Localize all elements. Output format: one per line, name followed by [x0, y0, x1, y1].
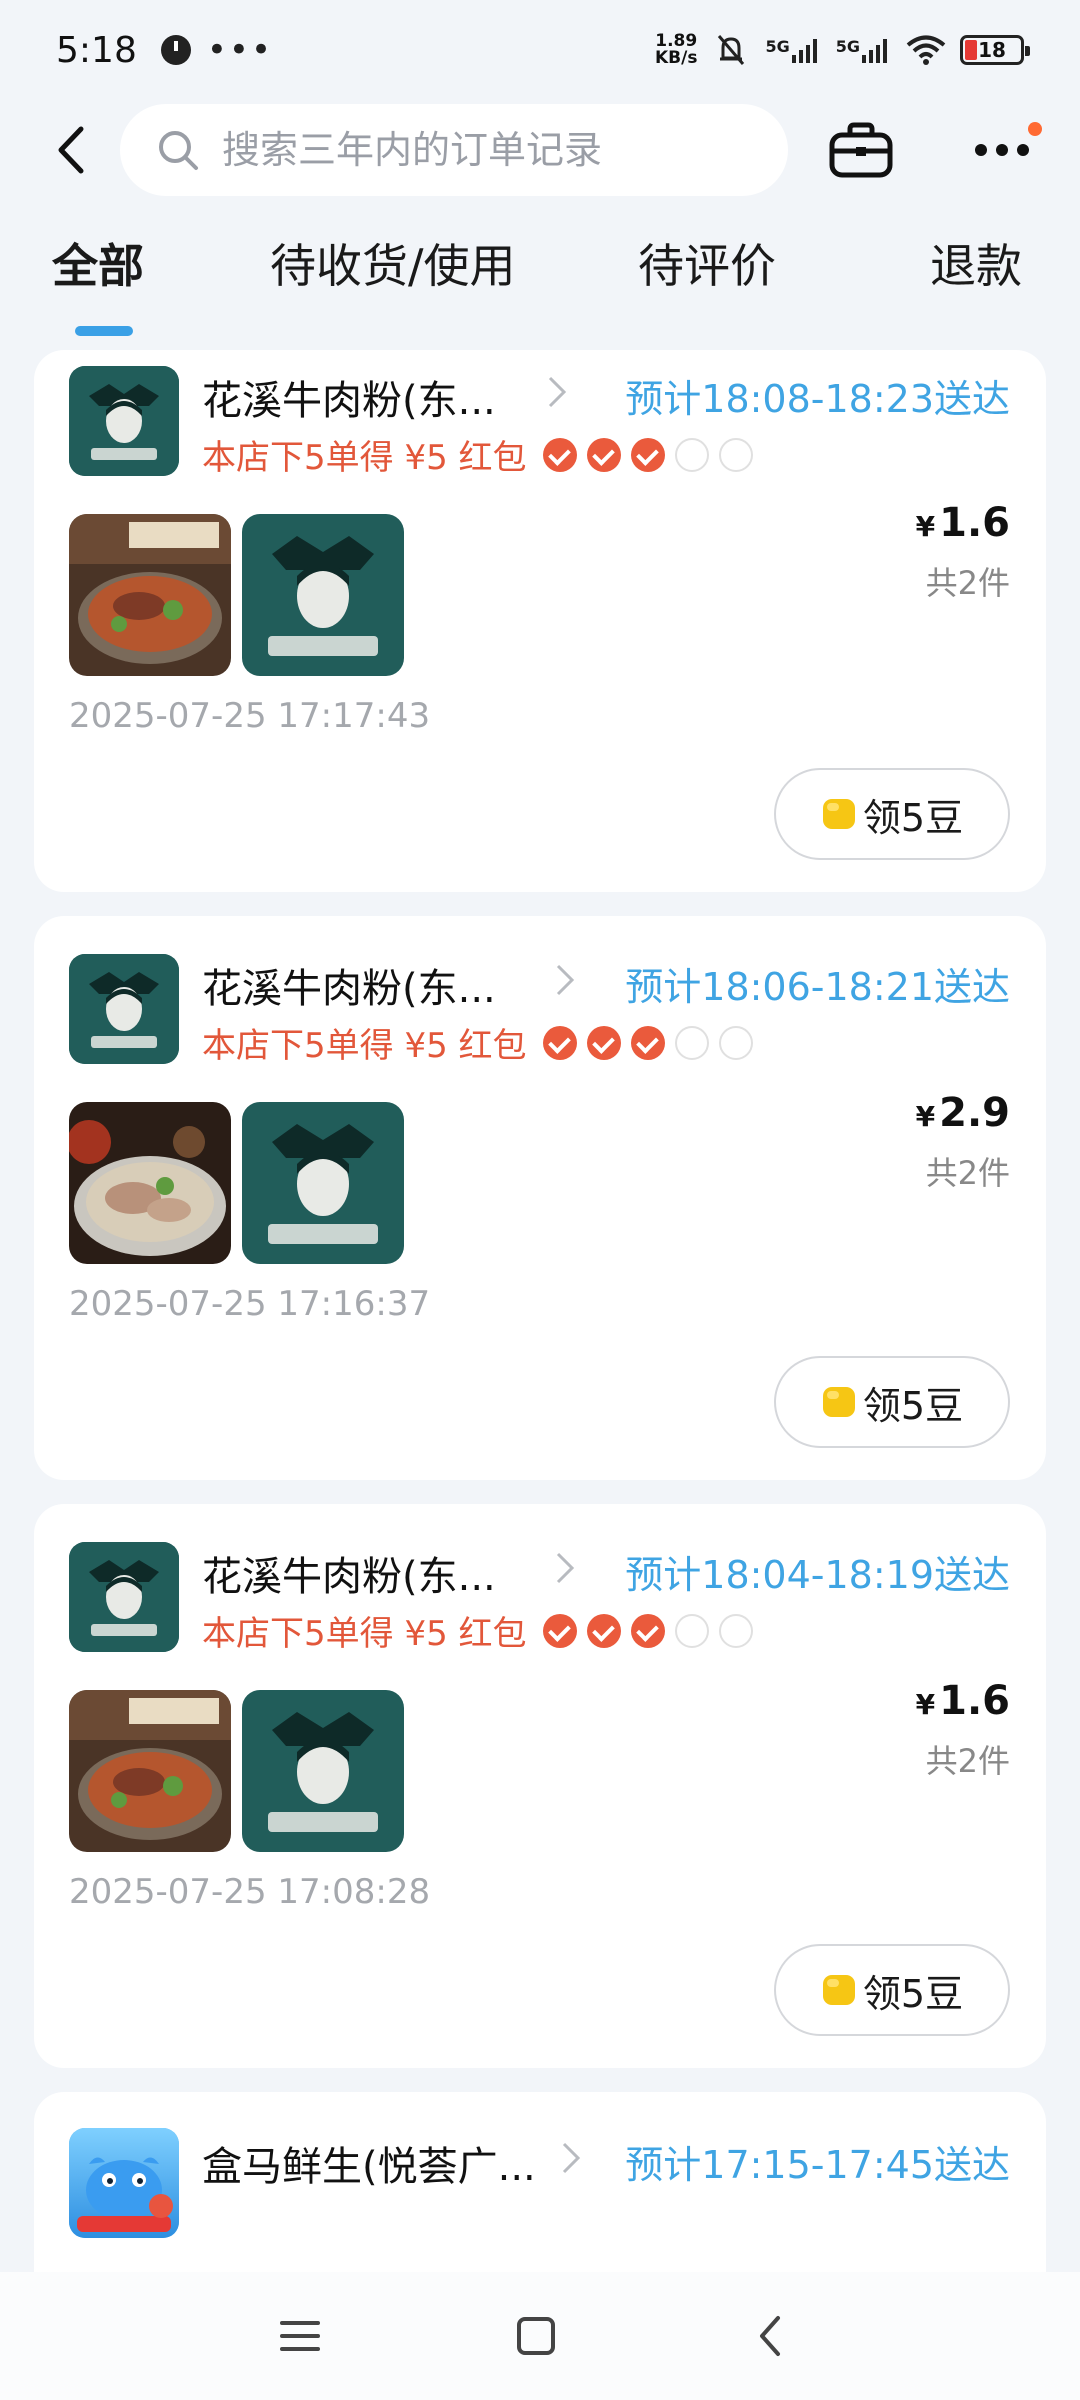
stamp-filled — [586, 437, 621, 472]
back-arrow-icon — [58, 126, 84, 174]
wifi-icon — [906, 35, 946, 65]
home-button[interactable] — [486, 2272, 586, 2400]
signal-icon-1: 5G — [765, 37, 821, 63]
stamp-filled — [630, 1613, 665, 1648]
bean-icon — [822, 799, 855, 829]
status-time: 5:18 — [56, 29, 137, 71]
search-icon — [159, 131, 198, 170]
stamp-progress — [542, 437, 753, 472]
delivery-eta: 预计18:04-18:19送达 — [625, 1553, 1010, 1597]
search-box[interactable] — [120, 104, 788, 196]
promo-text: 本店下5单得 ¥5 红包 — [202, 1026, 527, 1066]
item-count: 共2件 — [925, 1742, 1010, 1780]
promo-banner: 本店下5单得 ¥5 红包 — [202, 1606, 753, 1655]
shop-name[interactable]: 盒马鲜生(悦荟广... — [202, 2134, 536, 2192]
shop-logo[interactable] — [69, 954, 179, 1064]
stamp-filled — [630, 437, 665, 472]
item-image-logo[interactable] — [242, 514, 404, 676]
tab-pending-receipt[interactable]: 待收货/使用 — [270, 230, 516, 296]
stamp-empty — [718, 1613, 753, 1648]
stamp-filled — [630, 1025, 665, 1060]
menu-lines-icon — [280, 2321, 320, 2351]
stamp-progress — [542, 1613, 753, 1648]
chevron-right-icon — [556, 1552, 575, 1584]
claim-beans-button[interactable]: 领5豆 — [774, 768, 1010, 860]
chevron-right-icon — [562, 2142, 581, 2174]
promo-banner: 本店下5单得 ¥5 红包 — [202, 1018, 753, 1067]
order-price: ¥1.6 — [915, 1678, 1010, 1724]
stamp-empty — [718, 437, 753, 472]
more-dots-icon — [975, 144, 1029, 156]
stamp-empty — [674, 1613, 709, 1648]
stamp-empty — [674, 437, 709, 472]
toolbox-button[interactable] — [826, 115, 896, 185]
signal-icon-2: 5G — [836, 37, 892, 63]
tab-all[interactable]: 全部 — [52, 230, 144, 296]
claim-beans-button[interactable]: 领5豆 — [774, 1944, 1010, 2036]
item-image-noodle[interactable] — [69, 1690, 231, 1852]
mute-bell-icon — [718, 35, 745, 65]
delivery-eta: 预计17:15-17:45送达 — [625, 2143, 1010, 2187]
order-time: 2025-07-25 17:17:43 — [69, 696, 431, 736]
delivery-eta: 预计18:06-18:21送达 — [625, 965, 1010, 1009]
battery-icon: 18 — [960, 35, 1030, 65]
more-menu-button[interactable] — [972, 120, 1042, 180]
item-count: 共2件 — [925, 1154, 1010, 1192]
tab-refund[interactable]: 退款 — [930, 230, 1022, 296]
stamp-empty — [674, 1025, 709, 1060]
timer-icon — [160, 35, 191, 65]
shop-name[interactable]: 花溪牛肉粉(东... — [202, 368, 496, 426]
stamp-progress — [542, 1025, 753, 1060]
shop-logo[interactable] — [69, 1542, 179, 1652]
order-time: 2025-07-25 17:16:37 — [69, 1284, 431, 1324]
item-image-logo[interactable] — [242, 1102, 404, 1264]
network-speed: 1.89 KB/s — [655, 31, 698, 68]
order-price: ¥1.6 — [915, 500, 1010, 546]
delivery-eta: 预计18:08-18:23送达 — [625, 377, 1010, 421]
stamp-filled — [542, 1025, 577, 1060]
more-notifications-icon: ••• — [206, 30, 274, 70]
order-tabs: 全部 待收货/使用 待评价 退款 — [0, 230, 1080, 340]
status-bar: 5:18 ••• 1.89 KB/s 5G 5G 18 — [0, 0, 1080, 100]
stamp-filled — [542, 437, 577, 472]
order-card[interactable]: 花溪牛肉粉(东... 预计18:08-18:23送达 本店下5单得 ¥5 红包 … — [34, 350, 1046, 892]
recent-apps-button[interactable] — [250, 2272, 350, 2400]
order-card[interactable]: 花溪牛肉粉(东... 预计18:04-18:19送达 本店下5单得 ¥5 红包 … — [34, 1504, 1046, 2068]
home-square-icon — [517, 2317, 555, 2355]
order-time: 2025-07-25 17:08:28 — [69, 1872, 431, 1912]
briefcase-icon — [829, 122, 893, 178]
system-nav-bar — [0, 2272, 1080, 2400]
item-image-logo[interactable] — [242, 1690, 404, 1852]
back-button[interactable] — [40, 120, 100, 180]
promo-text: 本店下5单得 ¥5 红包 — [202, 438, 527, 478]
claim-beans-button[interactable]: 领5豆 — [774, 1356, 1010, 1448]
shop-logo-hema[interactable] — [69, 2128, 179, 2238]
chevron-right-icon — [548, 376, 567, 408]
promo-text: 本店下5单得 ¥5 红包 — [202, 1614, 527, 1654]
order-price: ¥2.9 — [915, 1090, 1010, 1136]
stamp-filled — [542, 1613, 577, 1648]
order-card[interactable]: 花溪牛肉粉(东... 预计18:06-18:21送达 本店下5单得 ¥5 红包 … — [34, 916, 1046, 1480]
item-image-noodle[interactable] — [69, 1102, 231, 1264]
nav-back-button[interactable] — [720, 2272, 820, 2400]
shop-logo[interactable] — [69, 366, 179, 476]
shop-name[interactable]: 花溪牛肉粉(东... — [202, 1544, 496, 1602]
promo-banner: 本店下5单得 ¥5 红包 — [202, 430, 753, 479]
stamp-filled — [586, 1025, 621, 1060]
stamp-empty — [718, 1025, 753, 1060]
header — [0, 100, 1080, 200]
chevron-right-icon — [556, 964, 575, 996]
item-count: 共2件 — [925, 564, 1010, 602]
tab-pending-review[interactable]: 待评价 — [638, 230, 776, 296]
bean-icon — [822, 1975, 855, 2005]
bean-icon — [822, 1387, 855, 1417]
stamp-filled — [586, 1613, 621, 1648]
search-input[interactable] — [222, 128, 742, 172]
shop-name[interactable]: 花溪牛肉粉(东... — [202, 956, 496, 1014]
back-triangle-icon — [760, 2316, 780, 2356]
status-icons: 1.89 KB/s 5G 5G 18 — [655, 31, 1030, 68]
notification-dot — [1028, 122, 1042, 136]
item-image-noodle[interactable] — [69, 514, 231, 676]
active-tab-indicator — [75, 326, 133, 336]
